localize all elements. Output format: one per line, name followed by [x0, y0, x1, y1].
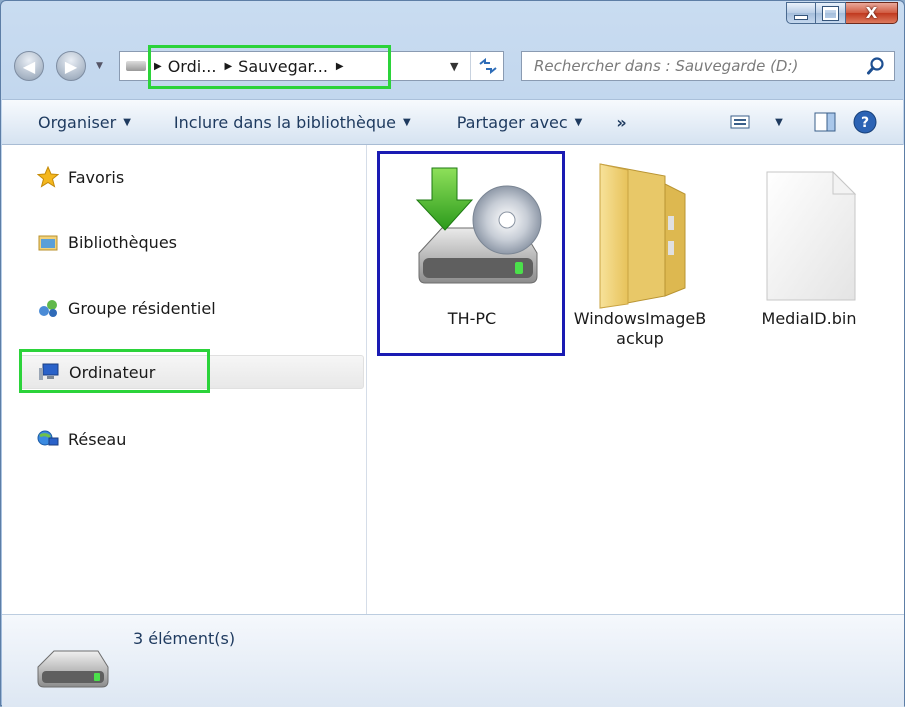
item-count: 3 élément(s) — [133, 629, 236, 648]
navigation-bar: ◀ ▶ ▼ ▶ Ordi... ▶ Sauvegar... ▶ ▼ — [1, 43, 904, 93]
close-button[interactable]: X — [846, 2, 898, 24]
caption-buttons: X — [786, 1, 898, 31]
file-name: MediaID.bin — [761, 309, 857, 328]
breadcrumb-next-arrow[interactable]: ▶ — [336, 61, 350, 72]
minimize-button[interactable] — [786, 2, 816, 24]
nav-item-label: Bibliothèques — [68, 232, 177, 252]
breadcrumb-arrow-icon: ▶ — [335, 60, 344, 72]
forward-button[interactable]: ▶ — [56, 51, 86, 81]
preview-pane-icon — [814, 112, 836, 132]
breadcrumb-arrow-icon: ▶ — [224, 60, 233, 72]
search-icon[interactable] — [864, 54, 888, 78]
forward-arrow-icon: ▶ — [64, 56, 78, 76]
breadcrumb-label: Ordi... — [167, 56, 217, 76]
library-icon — [37, 231, 59, 253]
recent-pages-dropdown[interactable]: ▼ — [96, 61, 103, 71]
organiser-button[interactable]: Organiser ▼ — [26, 100, 143, 144]
toolbar-right: ▼ ? — [723, 100, 903, 144]
share-with-label: Partager avec — [456, 112, 568, 132]
explorer-window: X ◀ ▶ ▼ ▶ Ordi... ▶ Sauvegar... ▶ ▼ Rech… — [0, 0, 905, 707]
help-icon: ? — [853, 110, 877, 134]
search-box[interactable] — [521, 51, 895, 81]
breadcrumb-label: Sauvegar... — [238, 56, 328, 76]
refresh-button[interactable] — [470, 52, 505, 80]
magnifier-icon — [867, 57, 884, 75]
file-list: TH-PC WindowsImageB ackup MediaID.bin — [367, 145, 904, 614]
breadcrumb-sauvegarde[interactable]: ▶ Sauvegar... — [224, 57, 327, 76]
include-library-label: Inclure dans la bibliothèque — [173, 112, 396, 132]
refresh-icon — [479, 58, 497, 74]
nav-item-label: Favoris — [68, 167, 125, 187]
drive-icon — [126, 61, 146, 71]
chevron-down-icon: ▼ — [403, 116, 411, 128]
file-item-mediaid-bin[interactable]: MediaID.bin — [719, 153, 899, 329]
homegroup-icon — [37, 297, 59, 319]
backup-drive-icon — [382, 153, 562, 313]
nav-item-groupe-residentiel[interactable]: Groupe résidentiel — [19, 291, 364, 325]
file-icon — [719, 153, 899, 313]
back-button[interactable]: ◀ — [14, 51, 44, 81]
more-commands-label: » — [616, 112, 627, 132]
star-icon — [37, 166, 59, 188]
maximize-button[interactable] — [816, 2, 846, 24]
nav-item-label: Réseau — [68, 429, 127, 449]
computer-icon — [38, 361, 60, 383]
file-name-line-1: WindowsImageB — [573, 309, 707, 328]
file-item-windowsimagebackup[interactable]: WindowsImageB ackup — [550, 153, 730, 349]
address-history-dropdown[interactable]: ▼ — [450, 60, 458, 73]
content-area: Favoris Bibliothèques Groupe résidentiel… — [2, 145, 904, 614]
nav-item-ordinateur[interactable]: Ordinateur — [19, 355, 364, 389]
file-name: WindowsImageB ackup — [550, 309, 730, 349]
maximize-icon — [822, 5, 839, 21]
help-button[interactable]: ? — [851, 108, 879, 136]
command-bar: Organiser ▼ Inclure dans la bibliothèque… — [2, 99, 903, 145]
nav-item-reseau[interactable]: Réseau — [19, 422, 364, 456]
view-options-dropdown[interactable]: ▼ — [771, 108, 787, 136]
nav-item-label: Ordinateur — [69, 362, 156, 382]
breadcrumb-ordinateur[interactable]: ▶ Ordi... — [154, 57, 216, 76]
minimize-icon — [794, 14, 808, 20]
folder-icon — [550, 153, 730, 313]
svg-text:?: ? — [861, 115, 869, 131]
file-name: TH-PC — [447, 309, 497, 328]
nav-item-favoris[interactable]: Favoris — [19, 160, 364, 194]
view-icon — [730, 115, 750, 129]
change-view-button[interactable] — [723, 108, 759, 136]
include-library-button[interactable]: Inclure dans la bibliothèque ▼ — [162, 100, 423, 144]
network-icon — [37, 428, 59, 450]
file-item-th-pc[interactable]: TH-PC — [382, 153, 562, 329]
address-bar[interactable]: ▶ Ordi... ▶ Sauvegar... ▶ ▼ — [119, 51, 504, 81]
chevron-down-icon: ▼ — [123, 116, 131, 128]
nav-item-label: Groupe résidentiel — [68, 298, 216, 318]
preview-pane-button[interactable] — [811, 108, 839, 136]
file-name-line-2: ackup — [616, 329, 664, 348]
navigation-pane: Favoris Bibliothèques Groupe résidentiel… — [2, 145, 367, 614]
breadcrumb-arrow-icon: ▶ — [154, 60, 162, 72]
details-pane: 3 élément(s) — [2, 614, 904, 707]
search-input[interactable] — [532, 53, 864, 79]
share-with-button[interactable]: Partager avec ▼ — [445, 100, 595, 144]
back-arrow-icon: ◀ — [22, 56, 36, 76]
more-commands-button[interactable]: » — [604, 100, 638, 144]
organiser-label: Organiser — [38, 112, 117, 132]
drive-icon — [32, 635, 112, 699]
chevron-down-icon: ▼ — [574, 116, 583, 128]
close-icon: X — [865, 4, 878, 22]
nav-item-bibliotheques[interactable]: Bibliothèques — [19, 225, 364, 259]
